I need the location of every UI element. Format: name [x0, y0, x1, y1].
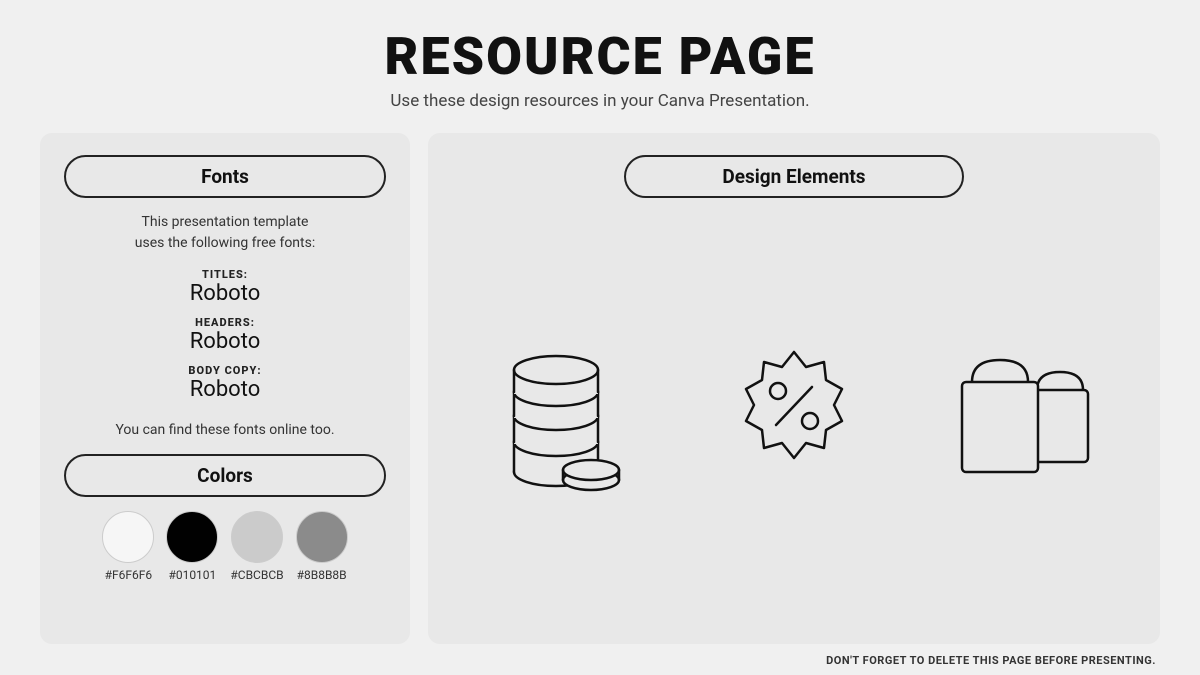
color-swatch-0: #F6F6F6 — [102, 511, 154, 582]
shopping-bags-icon-container — [908, 342, 1136, 492]
color-hex-1: #010101 — [168, 568, 216, 582]
page-header: RESOURCE PAGE Use these design resources… — [0, 0, 1200, 123]
color-swatch-2: #CBCBCB — [230, 511, 283, 582]
color-hex-2: #CBCBCB — [230, 568, 283, 582]
coins-icon-container — [452, 342, 680, 492]
coins-icon — [496, 342, 636, 492]
percent-badge-icon — [724, 342, 864, 492]
main-content: Fonts This presentation template uses th… — [0, 133, 1200, 644]
font-entry-headers: HEADERS: Roboto — [64, 316, 386, 354]
font-entry-body: BODY COPY: Roboto — [64, 364, 386, 402]
fonts-label: Fonts — [64, 155, 386, 198]
design-elements-icons — [452, 212, 1136, 622]
colors-label: Colors — [64, 454, 386, 497]
page-subtitle: Use these design resources in your Canva… — [0, 91, 1200, 111]
color-circle-2 — [231, 511, 283, 563]
shopping-bags-icon — [942, 342, 1102, 492]
color-swatch-1: #010101 — [166, 511, 218, 582]
color-hex-0: #F6F6F6 — [105, 568, 153, 582]
color-swatches: #F6F6F6 #010101 #CBCBCB #8B8B8B — [64, 511, 386, 582]
right-panel: Design Elements — [428, 133, 1160, 644]
percent-badge-icon-container — [680, 342, 908, 492]
fonts-description: This presentation template uses the foll… — [64, 212, 386, 254]
footer-note: DON'T FORGET TO DELETE THIS PAGE BEFORE … — [0, 644, 1200, 675]
color-circle-1 — [166, 511, 218, 563]
color-swatch-3: #8B8B8B — [296, 511, 348, 582]
fonts-online-note: You can find these fonts online too. — [64, 422, 386, 438]
color-circle-3 — [296, 511, 348, 563]
color-hex-3: #8B8B8B — [297, 568, 347, 582]
footer-note-text: DON'T FORGET TO DELETE THIS PAGE BEFORE … — [826, 654, 1156, 667]
page-title: RESOURCE PAGE — [0, 28, 1200, 85]
font-entry-titles: TITLES: Roboto — [64, 268, 386, 306]
left-panel: Fonts This presentation template uses th… — [40, 133, 410, 644]
color-circle-0 — [102, 511, 154, 563]
design-elements-label: Design Elements — [624, 155, 964, 198]
